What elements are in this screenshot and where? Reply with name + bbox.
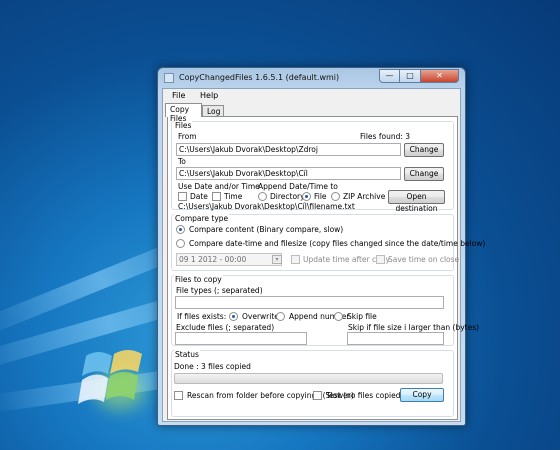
date-checkbox-label: Date (190, 192, 208, 201)
skip-size-label: Skip if file size i larger than (bytes) (348, 323, 480, 332)
overwrite-label: Overwrite (242, 312, 279, 321)
to-path-input[interactable]: C:\Users\Jakub Dvorak\Desktop\Cíl (176, 167, 401, 180)
copy-files-page: Files From Files found: 3 C:\Users\Jakub… (167, 116, 485, 420)
status-legend: Status (174, 350, 200, 359)
destination-preview-path: C:\Users\Jakub Dvorak\Desktop\Cíl\filena… (178, 202, 355, 211)
files-to-copy-group: Files to copy File types (; separated) I… (171, 275, 479, 346)
minimize-button[interactable]: — (379, 69, 400, 83)
calendar-dropdown-icon[interactable]: ▾ (272, 255, 282, 264)
app-window: CopyChangedFiles 1.6.5.1 (default.wmi) —… (157, 67, 485, 426)
menu-help[interactable]: Help (200, 91, 218, 100)
change-from-button[interactable]: Change (404, 143, 444, 157)
exclude-files-label: Exclude files (; separated) (176, 323, 275, 332)
copy-progress-bar (174, 373, 443, 384)
file-types-label: File types (; separated) (176, 286, 263, 295)
open-destination-button[interactable]: Open destination (388, 190, 445, 213)
test-checkbox[interactable] (313, 391, 322, 400)
append-directory-radio[interactable] (258, 192, 267, 201)
caption-buttons: — □ ✕ (379, 69, 459, 83)
from-path-input[interactable]: C:\Users\Jakub Dvorak\Desktop\Zdroj (176, 143, 401, 156)
append-datetime-label: Append Date/Time to (258, 182, 338, 191)
save-time-checkbox[interactable] (376, 255, 385, 264)
client-area: File Help Copy Files Log Files From File… (162, 88, 485, 422)
compare-datetime-radio[interactable] (176, 239, 185, 248)
date-checkbox[interactable] (178, 192, 187, 201)
skip-file-radio[interactable] (334, 312, 343, 321)
files-group: Files From Files found: 3 C:\Users\Jakub… (171, 121, 454, 213)
title-bar[interactable]: CopyChangedFiles 1.6.5.1 (default.wmi) —… (158, 68, 465, 88)
compare-date-picker[interactable]: 09 1 2012 - 00:00 (176, 253, 282, 266)
copy-button[interactable]: Copy (400, 388, 444, 402)
skip-size-input[interactable] (347, 332, 444, 345)
skip-file-label: Skip file (347, 312, 377, 321)
compare-content-radio[interactable] (176, 225, 185, 234)
menu-file[interactable]: File (172, 91, 185, 100)
append-directory-label: Directory (270, 192, 305, 201)
use-date-label: Use Date and/or Time (178, 182, 260, 191)
rescan-checkbox[interactable] (174, 391, 183, 400)
test-label: Test (no files copied) (326, 391, 404, 400)
append-zip-radio[interactable] (331, 192, 340, 201)
append-zip-label: ZIP Archive (343, 192, 386, 201)
if-exists-label: If files exists: (177, 312, 227, 321)
menu-bar: File Help (163, 89, 460, 103)
time-checkbox[interactable] (212, 192, 221, 201)
close-button[interactable]: ✕ (421, 69, 459, 83)
from-label: From (178, 132, 197, 141)
file-types-input[interactable] (175, 296, 444, 309)
files-to-copy-legend: Files to copy (174, 275, 223, 284)
windows-logo-icon (78, 350, 142, 404)
maximize-button[interactable]: □ (400, 69, 421, 83)
status-text: Done : 3 files copied (174, 362, 251, 371)
window-title: CopyChangedFiles 1.6.5.1 (default.wmi) (179, 73, 340, 82)
app-icon (164, 73, 174, 83)
append-file-radio[interactable] (302, 192, 311, 201)
files-found-count: Files found: 3 (360, 132, 411, 141)
append-file-label: File (314, 192, 327, 201)
compare-content-label: Compare content (Binary compare, slow) (189, 225, 344, 234)
tab-copy-files[interactable]: Copy Files (165, 103, 202, 123)
compare-datetime-label: Compare date-time and filesize (copy fil… (189, 239, 486, 248)
compare-type-group: Compare type Compare content (Binary com… (171, 214, 485, 271)
to-label: To (178, 157, 186, 166)
change-to-button[interactable]: Change (404, 167, 444, 181)
overwrite-radio[interactable] (229, 312, 238, 321)
update-time-checkbox[interactable] (291, 255, 300, 264)
status-group: Status Done : 3 files copied Rescan from… (171, 350, 454, 417)
save-time-label: Save time on close (388, 255, 460, 264)
time-checkbox-label: Time (224, 192, 243, 201)
append-number-radio[interactable] (276, 312, 285, 321)
compare-type-legend: Compare type (174, 214, 230, 223)
exclude-files-input[interactable] (175, 332, 307, 345)
